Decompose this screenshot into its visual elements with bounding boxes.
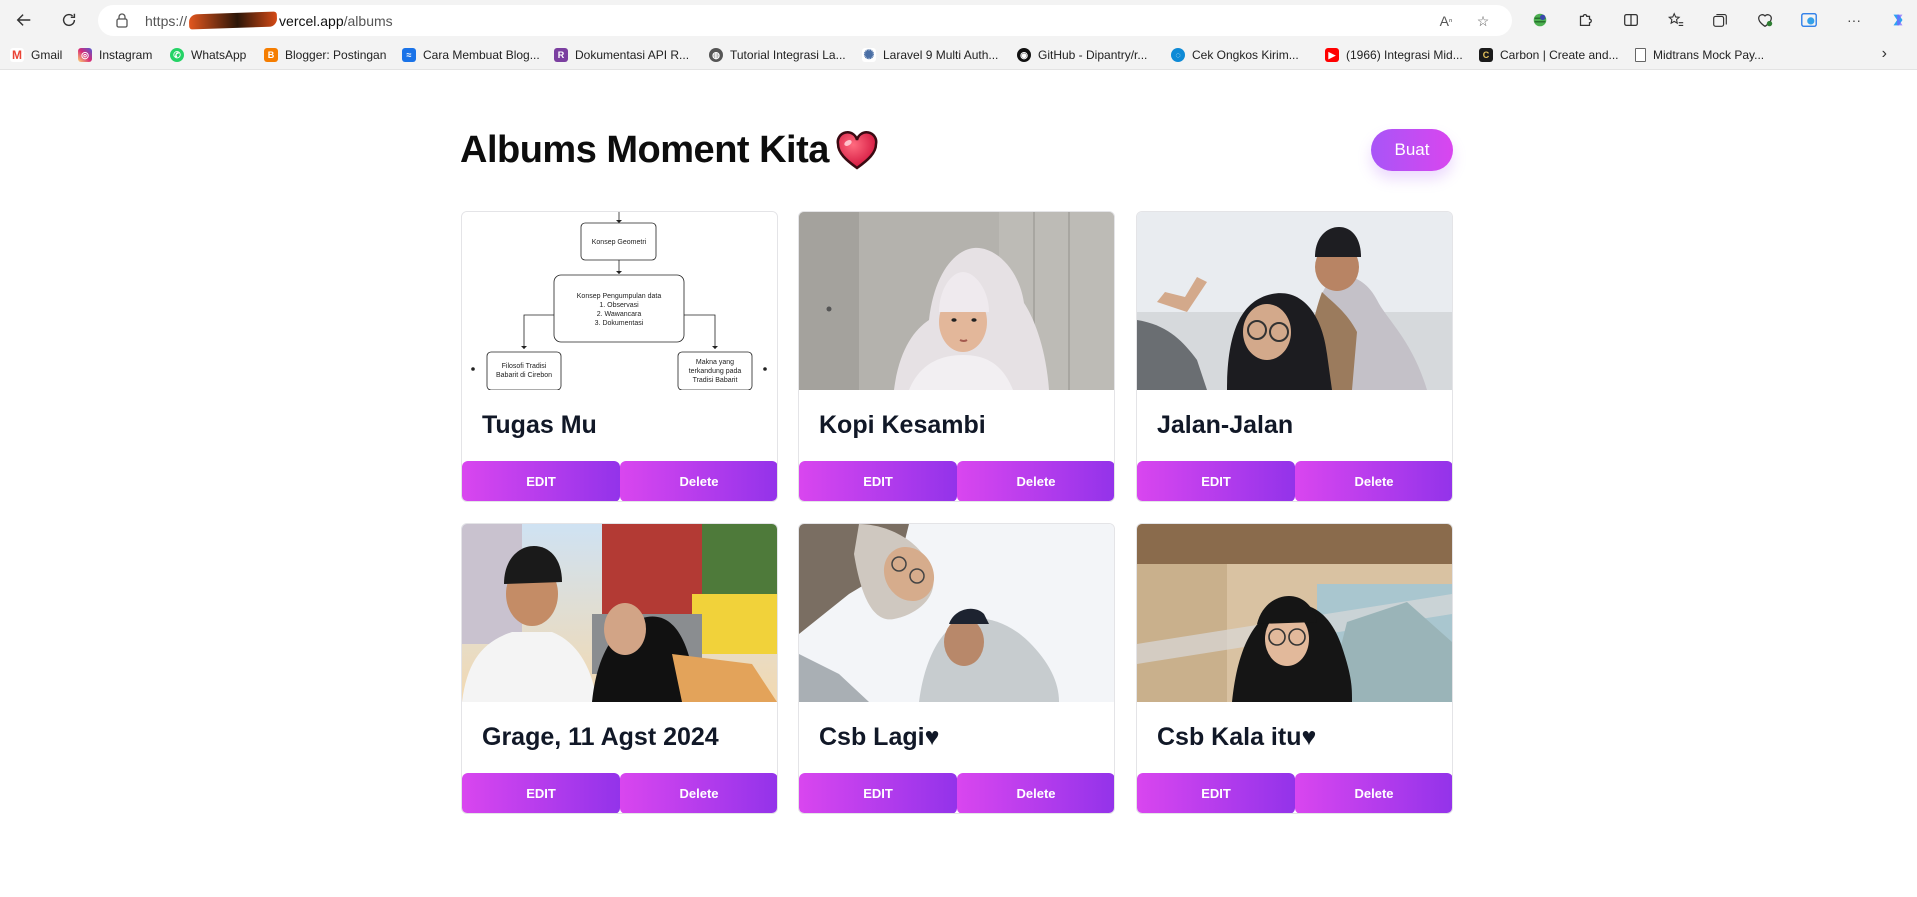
more-options-icon[interactable]: ··· bbox=[1843, 9, 1865, 31]
youtube-icon: ▶ bbox=[1325, 48, 1339, 62]
github-icon: ◉ bbox=[1017, 48, 1031, 62]
album-thumbnail-photo[interactable] bbox=[799, 524, 1114, 702]
bookmark-laravel-multi-auth[interactable]: ✺ Laravel 9 Multi Auth... bbox=[862, 46, 998, 64]
redacted-scribble bbox=[188, 11, 278, 30]
blog-icon: ≈ bbox=[402, 48, 416, 62]
instagram-icon: ◎ bbox=[78, 48, 92, 62]
album-card[interactable]: Kopi Kesambi EDIT Delete bbox=[798, 211, 1115, 502]
album-title: Csb Kala itu♥ bbox=[1157, 723, 1317, 751]
bookmark-dokumentasi-api[interactable]: R Dokumentasi API R... bbox=[554, 46, 689, 64]
page-title: Albums Moment Kita bbox=[460, 129, 879, 172]
split-screen-icon[interactable] bbox=[1620, 9, 1642, 31]
bookmark-instagram[interactable]: ◎ Instagram bbox=[78, 46, 152, 64]
delete-button[interactable]: Delete bbox=[1295, 461, 1452, 501]
album-title: Kopi Kesambi bbox=[819, 411, 986, 439]
delete-button[interactable]: Delete bbox=[957, 461, 1114, 501]
edit-button[interactable]: EDIT bbox=[462, 461, 620, 501]
album-thumbnail-photo[interactable] bbox=[1137, 524, 1452, 702]
album-card[interactable]: Grage, 11 Agst 2024 EDIT Delete bbox=[461, 523, 778, 814]
bookmark-whatsapp[interactable]: ✆ WhatsApp bbox=[170, 46, 246, 64]
gear-icon: ✺ bbox=[862, 47, 876, 62]
edit-button[interactable]: EDIT bbox=[1137, 461, 1295, 501]
bookmark-gmail[interactable]: M Gmail bbox=[10, 46, 62, 64]
delete-button[interactable]: Delete bbox=[620, 773, 777, 813]
url-scheme: https:// bbox=[145, 13, 188, 29]
diagram-box-mid-item: 3. Dokumentasi bbox=[595, 320, 644, 327]
diagram-box-right-line: Tradisi Babarit bbox=[693, 377, 738, 384]
album-card[interactable]: Csb Kala itu♥ EDIT Delete bbox=[1136, 523, 1453, 814]
diagram-box-left-line: Babarit di Cirebon bbox=[496, 372, 552, 379]
diagram-box-right-line: Makna yang bbox=[696, 359, 734, 366]
album-thumbnail-photo[interactable] bbox=[1137, 212, 1452, 390]
copilot-icon[interactable] bbox=[1887, 9, 1909, 31]
browser-essentials-icon[interactable] bbox=[1754, 9, 1776, 31]
carbon-icon: C bbox=[1479, 48, 1493, 62]
delete-button[interactable]: Delete bbox=[957, 773, 1114, 813]
album-card[interactable]: Konsep Geometri Konsep Pengumpulan data … bbox=[461, 211, 778, 502]
bookmarks-bar: M Gmail ◎ Instagram ✆ WhatsApp B Blogger: Po… bbox=[0, 40, 1917, 70]
favorite-star-icon[interactable]: ☆ bbox=[1473, 11, 1493, 31]
url-path: /albums bbox=[343, 13, 393, 29]
browser-toolbar: https:// vercel.app/albums Aⁿ ☆ ··· bbox=[0, 0, 1917, 40]
page-title-text: Albums Moment Kita bbox=[460, 129, 829, 171]
raja-ongkir-icon: R bbox=[554, 48, 568, 62]
heart-icon bbox=[836, 130, 878, 170]
edge-app-icon[interactable] bbox=[1798, 9, 1820, 31]
shipping-icon: ◌ bbox=[1171, 48, 1185, 62]
page-icon bbox=[1635, 48, 1646, 62]
edit-button[interactable]: EDIT bbox=[1137, 773, 1295, 813]
album-title: Tugas Mu bbox=[482, 411, 597, 439]
read-aloud-icon[interactable]: Aⁿ bbox=[1436, 11, 1456, 31]
album-title: Grage, 11 Agst 2024 bbox=[482, 723, 719, 751]
delete-button[interactable]: Delete bbox=[1295, 773, 1452, 813]
blogger-icon: B bbox=[264, 48, 278, 62]
delete-button[interactable]: Delete bbox=[620, 461, 777, 501]
diagram-box-mid-item: 1. Observasi bbox=[599, 302, 639, 309]
collections-icon[interactable] bbox=[1709, 9, 1731, 31]
albums-page: Albums Moment Kita Buat Konsep Geometri … bbox=[0, 71, 1917, 897]
create-album-button[interactable]: Buat bbox=[1371, 129, 1453, 171]
gmail-icon: M bbox=[10, 48, 24, 62]
bookmark-carbon[interactable]: C Carbon | Create and... bbox=[1479, 46, 1619, 64]
globe-icon: ◍ bbox=[709, 48, 723, 62]
album-title: Csb Lagi♥ bbox=[819, 723, 940, 751]
bookmark-youtube-midtrans[interactable]: ▶ (1966) Integrasi Mid... bbox=[1325, 46, 1463, 64]
extensions-puzzle-icon[interactable] bbox=[1574, 9, 1596, 31]
bookmark-github[interactable]: ◉ GitHub - Dipantry/r... bbox=[1017, 46, 1147, 64]
diagram-box-mid-item: 2. Wawancara bbox=[597, 311, 642, 318]
album-thumbnail-photo[interactable] bbox=[799, 212, 1114, 390]
bookmark-midtrans-mock[interactable]: Midtrans Mock Pay... bbox=[1635, 46, 1764, 64]
back-button[interactable] bbox=[11, 7, 37, 33]
back-arrow-icon bbox=[16, 14, 31, 26]
diagram-box-top: Konsep Geometri bbox=[592, 239, 647, 246]
url-host: vercel.app bbox=[279, 13, 344, 29]
bookmarks-overflow-chevron-icon[interactable]: › bbox=[1882, 45, 1887, 63]
bookmark-tutorial-integrasi[interactable]: ◍ Tutorial Integrasi La... bbox=[709, 46, 846, 64]
album-thumbnail-diagram[interactable]: Konsep Geometri Konsep Pengumpulan data … bbox=[462, 212, 777, 390]
edit-button[interactable]: EDIT bbox=[462, 773, 620, 813]
diagram-box-mid-title: Konsep Pengumpulan data bbox=[577, 293, 662, 300]
whatsapp-icon: ✆ bbox=[170, 48, 184, 62]
album-title: Jalan-Jalan bbox=[1157, 411, 1294, 439]
album-card[interactable]: Csb Lagi♥ EDIT Delete bbox=[798, 523, 1115, 814]
bookmark-cek-ongkos-kirim[interactable]: ◌ Cek Ongkos Kirim... bbox=[1171, 46, 1299, 64]
diagram-box-left-line: Filosofi Tradisi bbox=[502, 363, 547, 370]
extension-globe-icon[interactable] bbox=[1529, 9, 1551, 31]
url-text: https:// vercel.app/albums bbox=[145, 11, 393, 30]
lock-icon bbox=[116, 13, 128, 28]
bookmark-cara-membuat-blog[interactable]: ≈ Cara Membuat Blog... bbox=[402, 46, 540, 64]
edit-button[interactable]: EDIT bbox=[799, 461, 957, 501]
refresh-button[interactable] bbox=[56, 7, 82, 33]
album-thumbnail-photo[interactable] bbox=[462, 524, 777, 702]
album-card[interactable]: Jalan-Jalan EDIT Delete bbox=[1136, 211, 1453, 502]
diagram-box-right-line: terkandung pada bbox=[689, 368, 742, 375]
favorites-list-icon[interactable] bbox=[1665, 9, 1687, 31]
refresh-icon bbox=[62, 13, 76, 27]
bookmark-blogger[interactable]: B Blogger: Postingan bbox=[264, 46, 386, 64]
address-bar[interactable]: https:// vercel.app/albums Aⁿ ☆ bbox=[98, 5, 1512, 36]
edit-button[interactable]: EDIT bbox=[799, 773, 957, 813]
